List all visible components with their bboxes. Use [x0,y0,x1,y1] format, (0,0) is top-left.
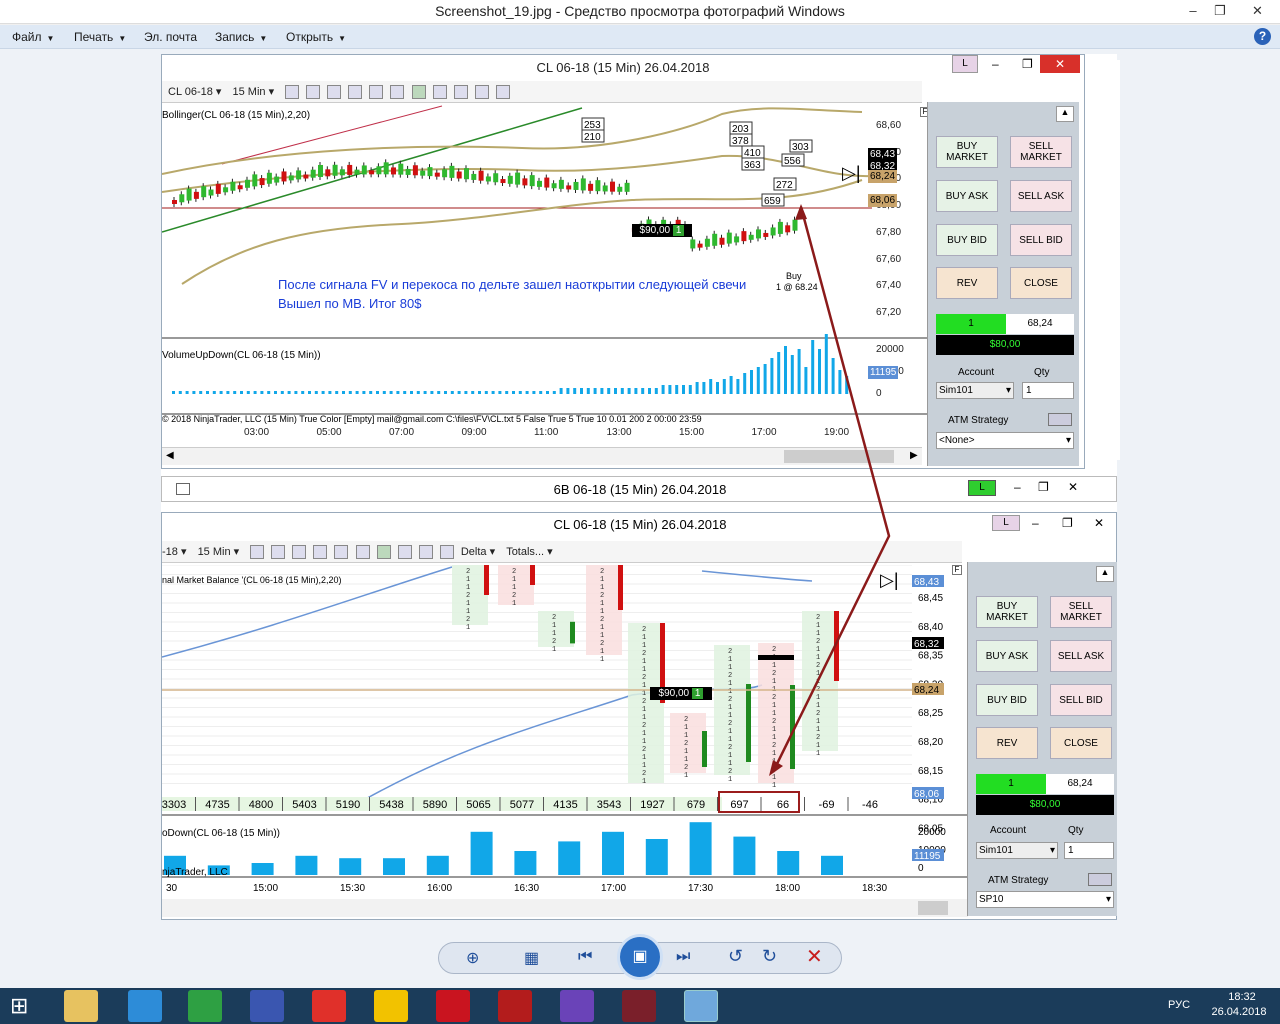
minimize-button[interactable]: – [1178,0,1208,22]
explorer-icon[interactable] [64,990,98,1022]
slideshow-icon[interactable]: ▣ [617,934,663,980]
save-app-icon[interactable] [250,990,284,1022]
annotation-arrow-overlay [769,204,891,776]
menu-email[interactable]: Эл. почта [144,30,197,44]
opera-icon[interactable] [436,990,470,1022]
menu-print[interactable]: Печать ▼ [74,30,126,44]
acrobat-icon[interactable] [498,990,532,1022]
chevron-down-icon: ▼ [338,34,347,43]
menu-open-label: Открыть [286,30,334,44]
help-icon[interactable]: ? [1254,28,1271,45]
menu-burn[interactable]: Запись ▼ [215,30,267,44]
arrow-head-top [795,204,807,220]
rotate-right-icon[interactable]: ↻ [762,946,777,967]
rotate-left-icon[interactable]: ↺ [728,946,743,967]
annotation-arrow [771,206,891,773]
taskbar: ⊞ РУС 18:32 26.04.2018 [0,988,1280,1024]
photo-viewer-icon[interactable] [684,990,718,1022]
start-button[interactable]: ⊞ [10,994,28,1018]
menu-email-label: Эл. почта [144,30,198,44]
ninjatrader-icon[interactable] [622,990,656,1022]
yandex-icon[interactable] [312,990,346,1022]
clock-date[interactable]: 26.04.2018 [1204,1006,1274,1018]
language-indicator[interactable]: РУС [1168,999,1190,1011]
zoom-icon[interactable]: ⊕ [466,948,479,968]
menu-file[interactable]: Файл ▼ [12,30,54,44]
store-icon[interactable] [188,990,222,1022]
window-title: Screenshot_19.jpg - Средство просмотра ф… [435,3,845,19]
close-button[interactable]: ✕ [1235,0,1280,22]
screenshot-image: CL 06-18 (15 Min) 26.04.2018 L – ❐ ✕ CL … [161,54,1117,920]
next-icon[interactable]: ⏭ [676,948,690,966]
clock-time[interactable]: 18:32 [1212,991,1272,1003]
chevron-down-icon: ▼ [46,34,55,43]
viewer-controls: ⊕ ▦ ⏮ ▣ ⏭ ↺ ↻ ✕ [0,928,1280,988]
internet-explorer-icon[interactable] [128,990,162,1022]
menu-open[interactable]: Открыть ▼ [286,30,346,44]
menu-print-label: Печать [74,30,114,44]
menu-bar: Файл ▼ Печать ▼ Эл. почта Запись ▼ Открыть ▼… [0,25,1280,49]
chevron-down-icon: ▼ [118,34,127,43]
title-bar: Screenshot_19.jpg - Средство просмотра ф… [0,0,1280,24]
chevron-down-icon: ▼ [259,34,268,43]
previous-icon[interactable]: ⏮ [578,948,592,966]
actual-size-icon[interactable]: ▦ [524,948,539,968]
chrome-icon[interactable] [374,990,408,1022]
arrow-head-bottom [769,760,783,776]
viber-icon[interactable] [560,990,594,1022]
maximize-button[interactable]: ❐ [1205,0,1235,22]
menu-file-label: Файл [12,30,42,44]
system-tray-icons[interactable] [776,998,1156,1014]
menu-burn-label: Запись [215,30,255,44]
delete-icon[interactable]: ✕ [806,944,823,969]
